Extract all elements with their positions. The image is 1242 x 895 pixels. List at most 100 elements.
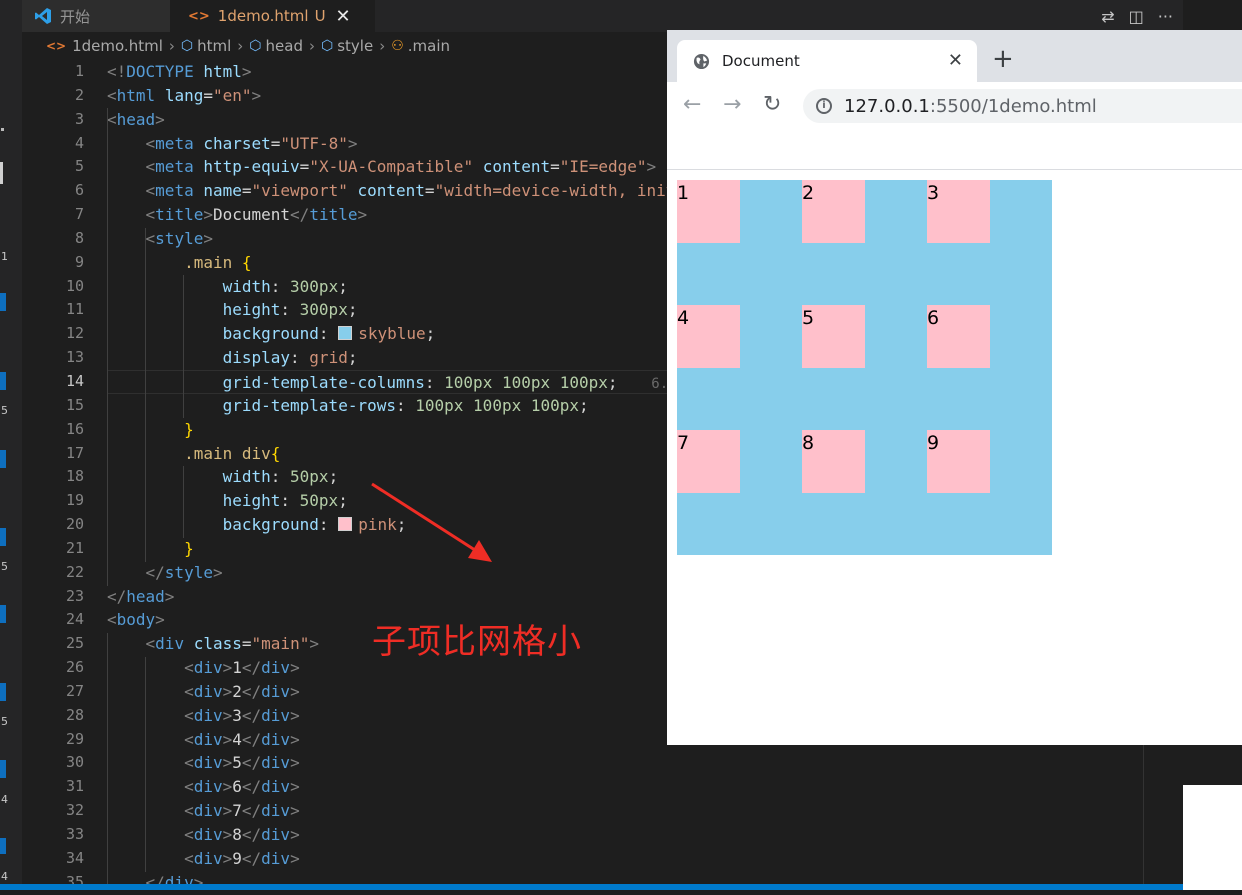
code-token: :	[270, 467, 291, 487]
line-number: 26	[65, 658, 84, 677]
code-token: 2	[232, 681, 242, 701]
code-token: {	[270, 443, 281, 463]
code-token: </	[145, 562, 165, 582]
grid-item: 8	[802, 430, 865, 493]
grid-item: 4	[677, 305, 740, 368]
code-token: <	[184, 777, 194, 797]
split-editor-icon[interactable]: ◫	[1129, 7, 1144, 26]
code-line[interactable]: <div>9</div>	[107, 847, 1167, 871]
code-token: meta	[155, 181, 194, 201]
activity-marker[interactable]	[0, 683, 6, 701]
code-token: <	[145, 133, 156, 153]
code-token: >	[290, 729, 300, 749]
new-tab-button[interactable]: +	[992, 46, 1014, 72]
line-number: 5	[74, 157, 84, 176]
breadcrumb-item-style[interactable]: style	[337, 37, 373, 55]
color-swatch-icon[interactable]	[338, 326, 353, 341]
url-path: :5500/1demo.html	[929, 95, 1097, 117]
code-token: ;	[338, 491, 348, 511]
code-line[interactable]: <div>7</div>	[107, 799, 1167, 823]
code-token: width	[222, 276, 271, 296]
grid-item: 3	[927, 180, 990, 243]
line-number: 23	[65, 586, 84, 605]
more-actions-icon[interactable]: ···	[1158, 7, 1173, 26]
code-token: head	[116, 109, 156, 129]
grid-item: 9	[927, 430, 990, 493]
breadcrumb-item-selector[interactable]: .main	[408, 37, 450, 55]
compare-changes-icon[interactable]: ⇄	[1101, 7, 1114, 26]
activity-marker[interactable]	[0, 528, 6, 546]
breadcrumb-item-file[interactable]: 1demo.html	[72, 37, 163, 55]
code-line[interactable]: <div>6</div>	[107, 775, 1167, 799]
code-token: class	[193, 634, 242, 654]
editor-tab-bar: 开始 <> 1demo.html U ✕ ⇄ ◫ ···	[22, 0, 1183, 32]
code-token: 300px	[290, 276, 339, 296]
code-token: >	[290, 658, 300, 678]
info-icon[interactable]: i	[816, 98, 832, 114]
code-token: style	[155, 228, 204, 248]
back-arrow-icon[interactable]: ←	[683, 92, 701, 117]
code-line[interactable]: <div>5</div>	[107, 751, 1167, 775]
grid-container: 123 456 789	[677, 180, 1052, 555]
grid-item: 5	[802, 305, 865, 368]
code-token: >	[646, 157, 657, 177]
code-token: ;	[607, 372, 618, 392]
activity-number: 1	[1, 250, 8, 263]
code-token: </	[241, 729, 262, 749]
code-token: 7	[232, 801, 242, 821]
indent-guide	[107, 108, 108, 586]
activity-number: 5	[1, 404, 8, 417]
code-token: title	[309, 205, 358, 225]
code-token: <	[145, 181, 156, 201]
code-token: >	[222, 658, 233, 678]
code-token: <!	[107, 62, 127, 81]
color-swatch-icon[interactable]	[338, 517, 353, 532]
browser-tab[interactable]: Document ✕	[677, 40, 977, 82]
activity-number: 4	[1, 793, 8, 806]
close-icon[interactable]: ✕	[948, 50, 963, 71]
globe-icon	[693, 53, 710, 69]
activity-marker[interactable]	[0, 293, 6, 311]
code-line[interactable]: </div>	[107, 871, 1167, 895]
code-token: div	[261, 825, 291, 844]
code-line[interactable]: <div>8</div>	[107, 823, 1167, 847]
code-token: </	[241, 801, 262, 821]
breadcrumb-item-head[interactable]: head	[266, 37, 303, 55]
forward-arrow-icon[interactable]: →	[723, 92, 741, 117]
close-icon[interactable]: ✕	[336, 6, 351, 27]
tab-label: 1demo.html	[217, 7, 309, 25]
breadcrumb-item-html[interactable]: html	[197, 37, 231, 55]
line-number: 8	[74, 228, 84, 247]
indent-guide	[145, 657, 146, 872]
line-number: 24	[65, 610, 84, 629]
status-bar	[0, 884, 1183, 890]
activity-marker[interactable]	[0, 838, 6, 854]
code-token: >	[222, 801, 233, 821]
selector-symbol-icon: ⚇	[391, 38, 404, 54]
annotation-text: 子项比网格小	[372, 622, 582, 662]
code-token: </	[241, 753, 262, 773]
line-number: 28	[65, 705, 84, 724]
address-bar[interactable]: i 127.0.0.1 :5500/1demo.html	[803, 89, 1242, 123]
code-token: =	[550, 157, 560, 177]
activity-marker[interactable]	[0, 450, 6, 468]
reload-icon[interactable]: ↻	[763, 92, 781, 117]
code-token: :	[280, 491, 300, 511]
code-token: div	[155, 634, 185, 654]
code-token: >	[290, 801, 300, 821]
code-token: >	[155, 610, 165, 630]
activity-marker[interactable]	[0, 605, 6, 623]
code-token: content	[482, 157, 551, 177]
tab-1demo-html[interactable]: <> 1demo.html U ✕	[170, 0, 375, 32]
desktop-background	[1183, 785, 1242, 890]
activity-marker[interactable]	[0, 162, 3, 184]
code-token: ;	[396, 515, 407, 535]
code-token: <	[107, 109, 117, 129]
activity-marker[interactable]	[0, 372, 6, 390]
url-host: 127.0.0.1	[844, 95, 930, 117]
activity-number: 5	[1, 715, 8, 728]
tab-start[interactable]: 开始	[22, 0, 170, 32]
code-token: grid-template-rows	[222, 395, 396, 415]
activity-marker[interactable]	[0, 760, 6, 778]
